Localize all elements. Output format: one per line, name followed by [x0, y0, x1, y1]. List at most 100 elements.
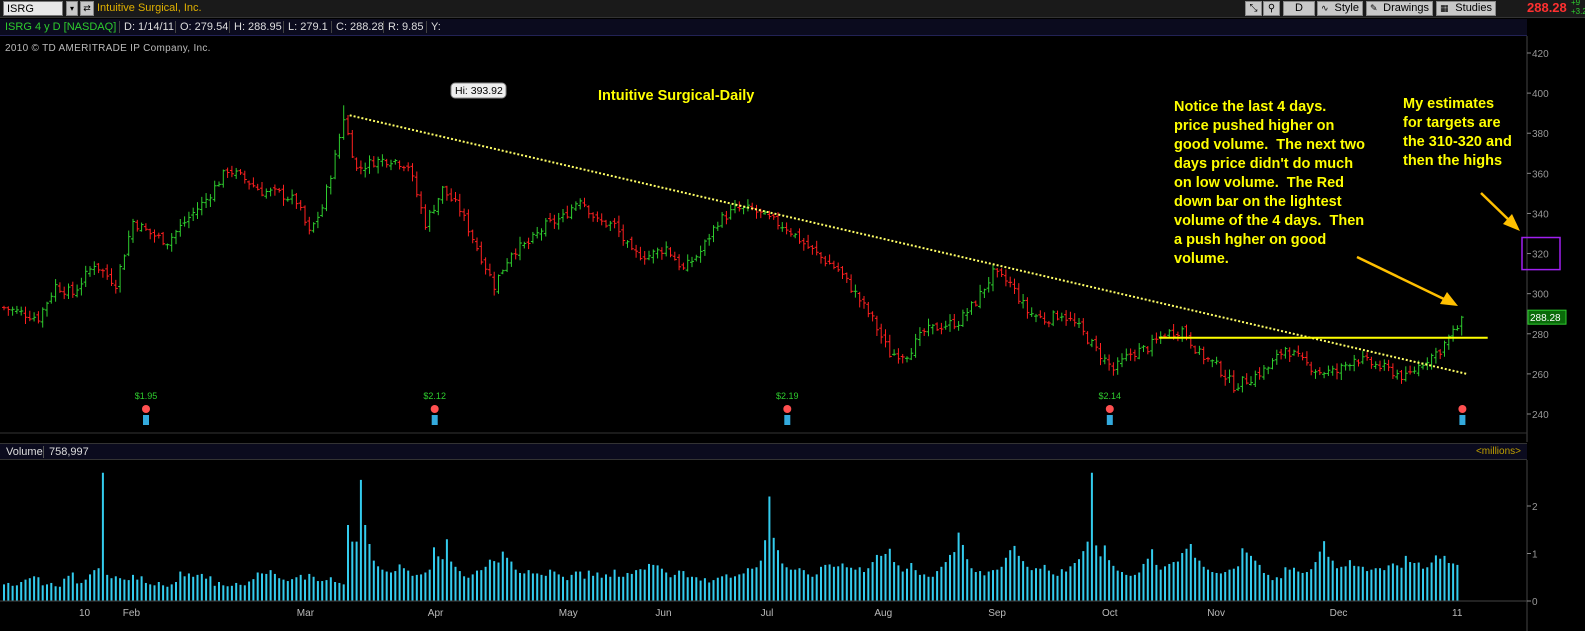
- volume-bar: [381, 569, 384, 601]
- price-bar: [1223, 369, 1228, 386]
- price-bar: [978, 284, 983, 309]
- time-tick-label: Nov: [1207, 608, 1225, 619]
- price-bar: [384, 158, 389, 168]
- time-tick-label: May: [559, 608, 578, 619]
- price-axis: 240 260 280 300 320 340 360 380 400 420 288.28: [1527, 49, 1567, 421]
- price-bar: [410, 163, 415, 182]
- price-bar: [337, 133, 342, 159]
- price-bar: [1403, 366, 1408, 382]
- price-bar: [724, 210, 729, 225]
- dividend-marker: $2.12: [423, 391, 446, 425]
- price-tick-label: 420: [1532, 49, 1549, 60]
- volume-bar: [390, 572, 392, 601]
- price-bar: [569, 204, 574, 220]
- volume-bar: [682, 571, 685, 601]
- volume-label[interactable]: Volume: [6, 446, 43, 458]
- price-bar: [543, 218, 548, 237]
- price-bar: [1373, 361, 1378, 370]
- volume-bar: [519, 572, 521, 601]
- volume-bar: [1047, 570, 1050, 601]
- price-bar: [1231, 370, 1236, 393]
- price-bar: [264, 188, 269, 199]
- volume-bar: [884, 553, 887, 601]
- volume-bar: [80, 582, 83, 601]
- volume-bar: [239, 584, 242, 601]
- price-bar: [19, 306, 24, 316]
- volume-bar: [1069, 566, 1072, 601]
- price-bar: [315, 211, 320, 229]
- volume-bar: [940, 566, 943, 601]
- price-tick-label: 360: [1532, 169, 1549, 180]
- price-tick-label: 340: [1532, 209, 1549, 220]
- price-bar: [427, 209, 432, 232]
- price-bar: [1279, 348, 1284, 360]
- price-bar: [548, 212, 553, 223]
- price-bar: [1029, 307, 1034, 317]
- price-bar: [905, 356, 909, 363]
- volume-bar: [798, 568, 801, 601]
- price-bar: [728, 204, 733, 220]
- volume-bar: [321, 581, 324, 601]
- volume-bar: [1409, 562, 1412, 601]
- volume-bar: [708, 582, 711, 601]
- price-bar: [1266, 366, 1271, 375]
- volume-bar: [1125, 574, 1128, 601]
- price-bar: [862, 295, 866, 309]
- volume-bar: [686, 577, 689, 601]
- volume-bar: [205, 578, 208, 601]
- price-bar: [242, 170, 247, 184]
- price-bar: [328, 175, 333, 195]
- volume-bar: [347, 525, 349, 601]
- volume-bar: [523, 573, 526, 601]
- volume-bar: [1327, 556, 1330, 601]
- volume-bar: [742, 573, 745, 601]
- volume-axis: 0 1 2: [1527, 502, 1538, 608]
- price-bar: [470, 229, 475, 244]
- volume-bar: [931, 576, 934, 601]
- annotation-last-4-days: Notice the last 4 days. price pushed hig…: [1174, 99, 1365, 267]
- price-bar: [1098, 342, 1103, 366]
- price-bar: [780, 222, 785, 232]
- volume-chart[interactable]: 012 10 Feb Mar Apr May Jun Jul Aug Sep Oct Nov Dec 1…: [0, 460, 1585, 631]
- price-bar: [457, 193, 462, 217]
- volume-bar: [28, 578, 31, 601]
- price-bar: [376, 156, 381, 174]
- volume-bar: [458, 571, 461, 601]
- volume-bar: [992, 570, 994, 601]
- price-bar: [62, 286, 67, 300]
- price-bar: [350, 129, 355, 158]
- volume-bar: [1189, 544, 1192, 601]
- price-bar: [2, 305, 6, 311]
- price-bar: [1111, 362, 1116, 376]
- price-bar: [522, 241, 527, 249]
- volume-bar: [1181, 553, 1184, 601]
- volume-bar: [471, 574, 474, 601]
- price-bar: [883, 329, 888, 348]
- price-bar: [586, 205, 591, 219]
- price-bar: [423, 204, 428, 230]
- price-bar: [57, 282, 62, 293]
- volume-bar: [600, 577, 603, 601]
- price-bar: [1300, 352, 1305, 361]
- price-bar: [320, 204, 325, 218]
- volume-bar: [1026, 566, 1029, 601]
- dividend-icon: [784, 415, 791, 425]
- price-bar: [234, 167, 239, 179]
- price-bar: [367, 155, 372, 174]
- price-bar: [651, 249, 656, 264]
- volume-bar: [1142, 563, 1145, 601]
- volume-bar: [1155, 564, 1158, 601]
- price-bar: [991, 265, 995, 292]
- price-bar: [634, 244, 639, 258]
- volume-bar: [480, 570, 483, 601]
- price-bar: [100, 268, 105, 278]
- price-bar: [148, 228, 153, 240]
- volume-bar: [286, 581, 289, 601]
- price-bar: [139, 222, 144, 232]
- price-bar: [556, 212, 561, 230]
- volume-bar: [574, 571, 577, 601]
- volume-bar: [1267, 574, 1270, 601]
- price-bar: [487, 263, 492, 277]
- price-bar: [857, 291, 862, 308]
- volume-bar: [179, 571, 182, 601]
